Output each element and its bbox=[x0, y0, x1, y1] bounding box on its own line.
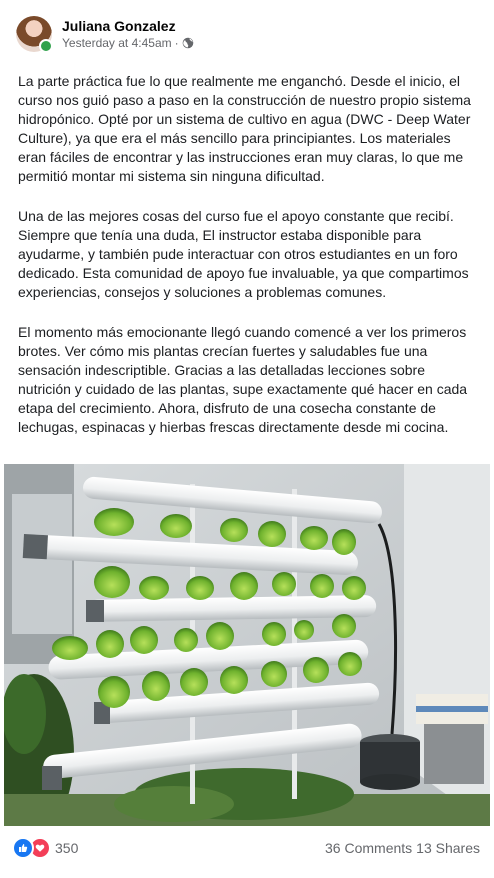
like-icon bbox=[12, 837, 34, 859]
post-header: Juliana Gonzalez Yesterday at 4:45am · bbox=[16, 12, 194, 56]
globe-icon[interactable] bbox=[182, 37, 194, 49]
post-card: Juliana Gonzalez Yesterday at 4:45am · L… bbox=[0, 0, 494, 878]
reaction-count[interactable]: 350 bbox=[55, 840, 78, 856]
author-avatar-wrapper[interactable] bbox=[16, 16, 53, 53]
post-paragraph: Una de las mejores cosas del curso fue e… bbox=[18, 208, 469, 300]
post-paragraph: El momento más emocionante llegó cuando … bbox=[18, 324, 468, 435]
shares-count[interactable]: 13 Shares bbox=[416, 840, 480, 856]
online-status-dot bbox=[39, 39, 53, 53]
timestamp-separator: · bbox=[174, 36, 179, 50]
post-footer: 350 36 Comments 13 Shares bbox=[12, 836, 480, 860]
hydroponic-wall-image bbox=[4, 464, 490, 826]
engagement-counts: 36 Comments 13 Shares bbox=[325, 840, 480, 856]
post-photo[interactable] bbox=[4, 464, 490, 826]
comments-count[interactable]: 36 Comments bbox=[325, 840, 412, 856]
reaction-summary[interactable]: 350 bbox=[12, 837, 78, 859]
timestamp-row: Yesterday at 4:45am · bbox=[62, 35, 194, 51]
post-timestamp[interactable]: Yesterday at 4:45am bbox=[62, 35, 172, 51]
post-meta: Juliana Gonzalez Yesterday at 4:45am · bbox=[62, 17, 194, 51]
post-text: La parte práctica fue lo que realmente m… bbox=[18, 72, 478, 458]
author-name[interactable]: Juliana Gonzalez bbox=[62, 17, 194, 35]
post-paragraph: La parte práctica fue lo que realmente m… bbox=[18, 73, 471, 184]
